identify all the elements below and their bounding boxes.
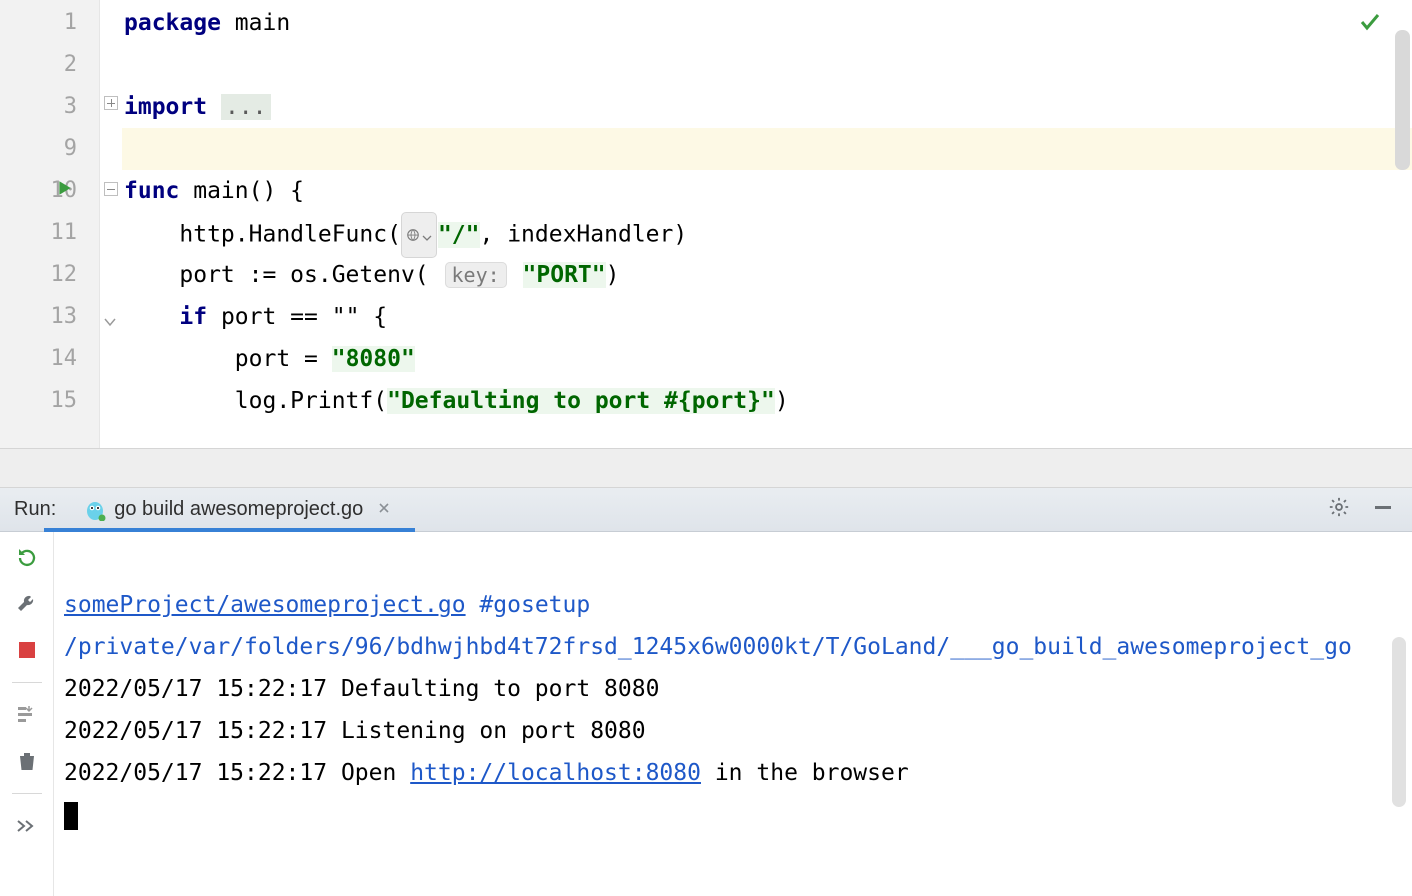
console-text: 2022/05/17 15:22:17 Listening on port 80… [64,718,646,744]
string-literal: "8080" [332,346,415,372]
run-label: Run: [0,498,70,521]
console-scrollbar[interactable] [1392,637,1406,807]
separator [12,793,42,794]
keyword: import [124,94,207,120]
param-hint: key: [445,262,507,288]
cursor [64,802,78,830]
run-toolbar [0,532,54,896]
run-panel: someProject/awesomeproject.go #gosetup /… [0,532,1412,896]
keyword: func [124,178,179,204]
close-icon[interactable] [377,498,391,521]
code-text: http.HandleFunc( [124,222,401,248]
string-literal: "PORT" [523,262,606,288]
console-text: 2022/05/17 15:22:17 Open [64,760,410,786]
editor-scrollbar[interactable] [1395,30,1410,170]
rerun-icon[interactable] [13,544,41,572]
code-text: ) [775,388,789,414]
fold-collapse-icon[interactable] [103,310,117,335]
code-text: port == "" { [207,304,387,330]
code-editor[interactable]: 1 2 3 9 10 11 12 13 14 15 package main i… [0,0,1412,448]
identifier: main() { [179,178,304,204]
gutter: 1 2 3 9 10 11 12 13 14 15 [0,0,100,448]
run-gutter-icon[interactable] [56,170,74,212]
line-number: 12 [0,254,99,296]
code-body[interactable]: package main import ... func main() { ht… [122,0,1412,448]
line-number: 10 [0,170,99,212]
line-number: 14 [0,338,99,380]
trash-icon[interactable] [13,747,41,775]
code-text: ) [606,262,620,288]
string-literal: "Defaulting to port #{port}" [387,388,775,414]
line-number: 11 [0,212,99,254]
console-text: 2022/05/17 15:22:17 Defaulting to port 8… [64,676,659,702]
console-text: in the browser [701,760,909,786]
console-output[interactable]: someProject/awesomeproject.go #gosetup /… [54,532,1412,896]
separator [12,682,42,683]
gear-icon[interactable] [1328,496,1350,524]
highlighted-line [122,128,1412,170]
globe-icon[interactable] [401,212,437,258]
code-text: log.Printf( [124,388,387,414]
line-number: 15 [0,380,99,422]
keyword: if [179,304,207,330]
layout-icon[interactable] [13,701,41,729]
file-link[interactable]: someProject/awesomeproject.go [64,592,466,618]
folded-code[interactable]: ... [221,94,271,120]
more-icon[interactable] [13,812,41,840]
console-text: #gosetup [466,592,591,618]
string-literal: "/" [438,222,480,248]
code-text: port := os.Getenv( [124,262,429,288]
run-tab-title: go build awesomeproject.go [114,498,363,521]
line-number: 1 [0,2,99,44]
code-text: , indexHandler) [480,222,688,248]
stop-icon[interactable] [13,636,41,664]
run-tab[interactable]: go build awesomeproject.go [70,488,405,531]
line-number: 9 [0,128,99,170]
code-text: port = [124,346,332,372]
console-text: /private/var/folders/96/bdhwjhbd4t72frsd… [64,634,1352,660]
keyword: package [124,10,221,36]
line-number: 2 [0,44,99,86]
panel-splitter[interactable] [0,448,1412,488]
run-panel-header: Run: go build awesomeproject.go [0,488,1412,532]
checkmark-icon[interactable] [1358,10,1382,40]
gopher-icon [84,499,106,521]
identifier: main [221,10,290,36]
minimize-icon[interactable] [1372,496,1394,524]
line-number: 3 [0,86,99,128]
line-number: 13 [0,296,99,338]
fold-expand-icon[interactable] [104,96,118,110]
fold-collapse-icon[interactable] [104,182,118,196]
wrench-icon[interactable] [13,590,41,618]
fold-column [100,0,122,448]
url-link[interactable]: http://localhost:8080 [410,760,701,786]
